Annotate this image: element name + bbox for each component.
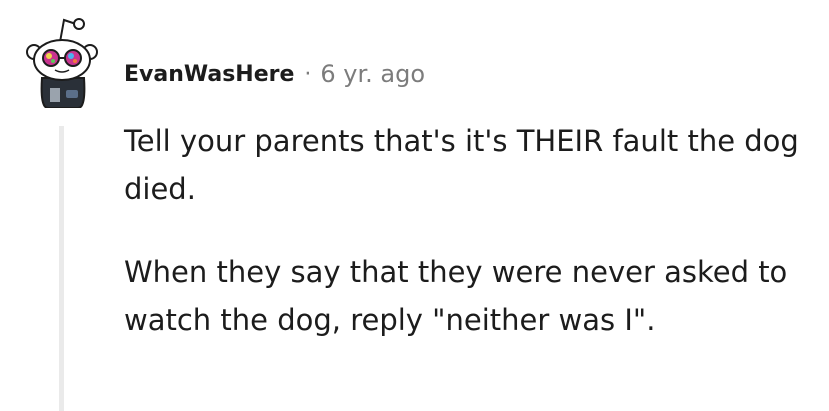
comment-paragraph: Tell your parents that's it's THEIR faul… [124,124,799,206]
thread-collapse-line[interactable] [59,126,64,411]
timestamp-link[interactable]: 6 yr. ago [320,60,425,88]
comment-body: Tell your parents that's it's THEIR faul… [124,117,804,344]
comment: EvanWasHere · 6 yr. ago Tell your parent… [0,0,829,411]
comment-header: EvanWasHere · 6 yr. ago [124,54,425,94]
snoo-avatar-icon [26,18,98,109]
avatar[interactable] [20,8,110,109]
username-link[interactable]: EvanWasHere [124,62,294,87]
comment-paragraph: When they say that they were never asked… [124,255,788,337]
separator-dot: · [304,61,312,87]
